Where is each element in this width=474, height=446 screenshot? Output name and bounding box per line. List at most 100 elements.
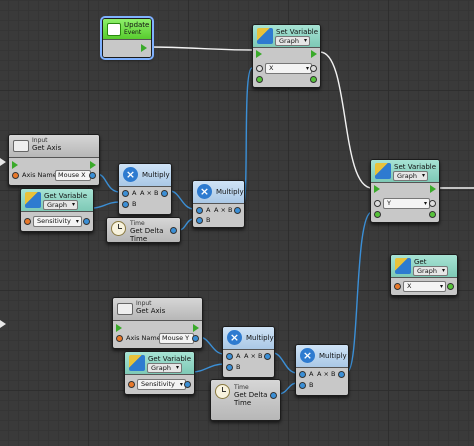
set-variable-y-node[interactable]: Set Variable Graph Y xyxy=(370,159,440,223)
multiply-icon: × xyxy=(227,330,242,345)
result-label: A × B xyxy=(214,206,233,214)
a-label: A xyxy=(206,206,211,214)
node-title: Get Axis xyxy=(136,307,166,315)
name-input-port[interactable] xyxy=(24,218,31,225)
unconnected-port[interactable] xyxy=(429,200,436,207)
a-label: A xyxy=(236,352,241,360)
b-input-port[interactable] xyxy=(122,201,129,208)
value-input-port[interactable] xyxy=(374,211,381,218)
a-label: A xyxy=(132,189,137,197)
control-input-port[interactable] xyxy=(374,185,380,193)
name-input-port[interactable] xyxy=(374,200,381,207)
a-input-port[interactable] xyxy=(299,371,306,378)
clock-icon xyxy=(215,384,230,399)
control-input-port[interactable] xyxy=(116,324,122,332)
control-input-port[interactable] xyxy=(256,50,262,58)
clock-icon xyxy=(111,221,126,236)
value-output-port[interactable] xyxy=(89,172,96,179)
a-input-port[interactable] xyxy=(122,190,129,197)
variable-cube-icon xyxy=(395,258,411,274)
multiply-node-1[interactable]: × Multiply A A × B B xyxy=(118,163,172,215)
result-label: A × B xyxy=(244,352,263,360)
variable-kind-dropdown[interactable]: Graph xyxy=(147,363,182,373)
control-output-port[interactable] xyxy=(193,324,199,332)
variable-cube-icon xyxy=(375,163,391,179)
value-wire-mult1-mult2 xyxy=(169,190,195,210)
node-title: Get Variable xyxy=(44,192,88,200)
name-input-port[interactable] xyxy=(256,65,263,72)
get-variable-x-node[interactable]: Get Variable Graph X xyxy=(390,254,458,296)
node-title: Get Axis xyxy=(32,144,62,152)
b-input-port[interactable] xyxy=(196,217,203,224)
a-input-port[interactable] xyxy=(226,353,233,360)
control-output-port[interactable] xyxy=(90,161,96,169)
variable-cube-icon xyxy=(129,355,145,371)
a-label: A xyxy=(309,370,314,378)
value-wire-sens1-mult1 xyxy=(91,201,121,209)
axis-name-label: Axis Name xyxy=(22,171,57,179)
node-title: Set Variable xyxy=(394,163,437,171)
b-input-port[interactable] xyxy=(226,364,233,371)
value-output-port[interactable] xyxy=(184,381,191,388)
set-variable-x-node[interactable]: Set Variable Graph X xyxy=(252,24,321,88)
variable-name-dropdown[interactable]: X xyxy=(265,63,312,74)
value-output-port[interactable] xyxy=(447,283,454,290)
get-axis-node-x[interactable]: Input Get Axis Axis Name Mouse X xyxy=(8,134,100,186)
variable-name-dropdown[interactable]: Sensitivity xyxy=(137,379,186,390)
name-input-port[interactable] xyxy=(128,381,135,388)
a-input-port[interactable] xyxy=(196,207,203,214)
b-label: B xyxy=(236,363,241,371)
value-input-port[interactable] xyxy=(256,76,263,83)
value-output-port[interactable] xyxy=(170,227,177,234)
variable-kind-dropdown[interactable]: Graph xyxy=(43,200,78,210)
control-output-port[interactable] xyxy=(141,44,147,52)
variable-kind-dropdown[interactable]: Graph xyxy=(393,171,428,181)
control-input-port[interactable] xyxy=(12,161,18,169)
b-label: B xyxy=(206,216,211,224)
get-variable-sensitivity-node-1[interactable]: Get Variable Graph Sensitivity xyxy=(20,188,94,232)
b-label: B xyxy=(309,381,314,389)
variable-kind-dropdown[interactable]: Graph xyxy=(413,266,448,276)
multiply-node-2[interactable]: × Multiply A A × B B xyxy=(192,180,245,228)
value-output-port[interactable] xyxy=(192,335,199,342)
name-input-port[interactable] xyxy=(394,283,401,290)
axis-name-input-port[interactable] xyxy=(12,172,19,179)
get-delta-time-node-2[interactable]: Time Get Delta Time xyxy=(210,379,281,421)
graph-edge-left-arrow xyxy=(0,320,6,328)
variable-name-dropdown[interactable]: Y xyxy=(383,198,430,209)
axis-name-field[interactable]: Mouse X xyxy=(55,170,91,181)
variable-name-dropdown[interactable]: X xyxy=(403,281,446,292)
variable-name-dropdown[interactable]: Sensitivity xyxy=(33,216,82,227)
multiply-node-4[interactable]: × Multiply A A × B B xyxy=(295,344,349,396)
value-output-port[interactable] xyxy=(429,211,436,218)
chat-bubble-icon xyxy=(107,23,121,36)
value-output-port[interactable] xyxy=(83,218,90,225)
result-output-port[interactable] xyxy=(338,371,345,378)
axis-name-label: Axis Name xyxy=(126,334,161,342)
result-output-port[interactable] xyxy=(234,207,241,214)
node-category: Time xyxy=(234,384,249,391)
update-event-node[interactable]: Update Event xyxy=(102,18,152,58)
result-output-port[interactable] xyxy=(264,353,271,360)
get-axis-node-y[interactable]: Input Get Axis Axis Name Mouse Y xyxy=(112,297,203,349)
node-title: Multiply xyxy=(246,334,274,342)
input-keyboard-icon xyxy=(117,303,133,315)
control-output-port[interactable] xyxy=(311,50,317,58)
unconnected-port[interactable] xyxy=(310,65,317,72)
b-input-port[interactable] xyxy=(299,382,306,389)
value-output-port[interactable] xyxy=(310,76,317,83)
get-variable-sensitivity-node-2[interactable]: Get Variable Graph Sensitivity xyxy=(124,351,195,395)
result-output-port[interactable] xyxy=(161,190,168,197)
variable-cube-icon xyxy=(25,192,41,208)
axis-name-input-port[interactable] xyxy=(116,335,123,342)
node-title: Multiply xyxy=(216,188,244,196)
value-output-port[interactable] xyxy=(270,392,277,399)
value-wire-sens2-mult3 xyxy=(191,363,225,373)
node-title: Multiply xyxy=(319,352,347,360)
control-output-port[interactable] xyxy=(430,185,436,193)
multiply-node-3[interactable]: × Multiply A A × B B xyxy=(222,326,275,378)
multiply-icon: × xyxy=(123,167,138,182)
axis-name-field[interactable]: Mouse Y xyxy=(159,333,194,344)
variable-kind-dropdown[interactable]: Graph xyxy=(275,36,310,46)
get-delta-time-node-1[interactable]: Time Get Delta Time xyxy=(106,217,181,243)
